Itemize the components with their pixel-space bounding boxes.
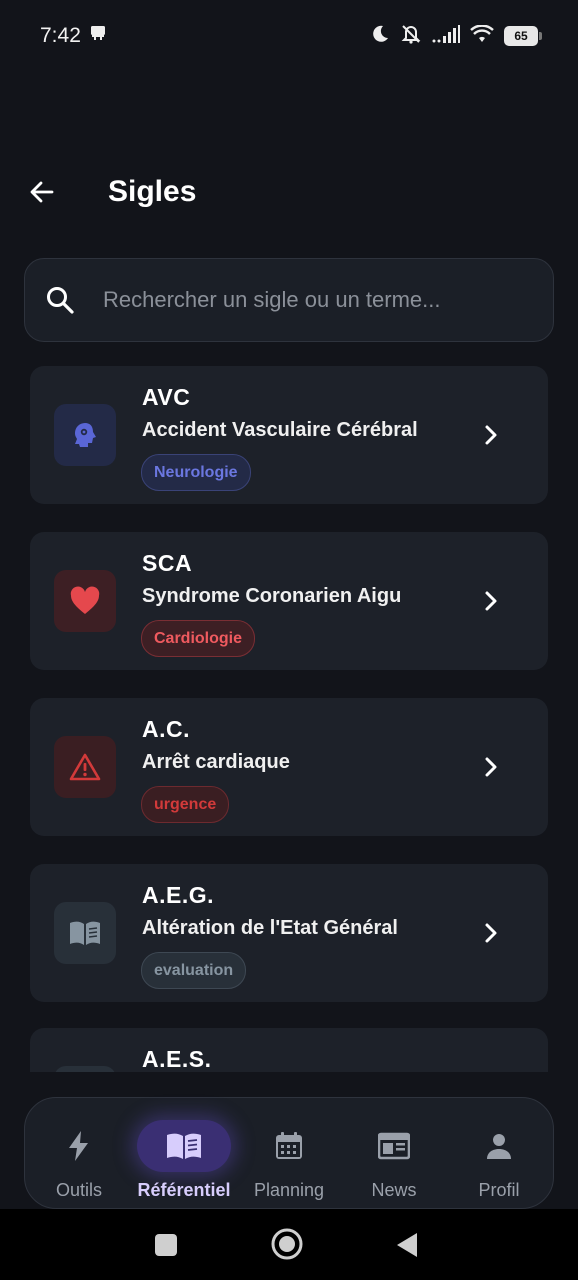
moon-icon <box>370 24 390 49</box>
brain-icon <box>75 423 96 447</box>
sigle-code: A.E.S. <box>142 1046 212 1072</box>
list-item-aes[interactable]: A.E.S. <box>30 1028 548 1072</box>
heart-icon <box>70 586 100 614</box>
notification-icon <box>89 24 107 48</box>
warning-icon <box>69 753 101 781</box>
back-button[interactable] <box>22 172 62 212</box>
page-title: Sigles <box>108 175 197 208</box>
home-button[interactable] <box>270 1227 304 1266</box>
signal-icon <box>432 24 460 48</box>
app-header: Sigles <box>0 160 578 224</box>
nav-item-outils[interactable]: Outils <box>29 1098 129 1208</box>
status-time: 7:42 <box>40 24 81 47</box>
battery-icon: 65 <box>504 26 542 46</box>
wifi-icon <box>470 23 494 48</box>
nav-label: Outils <box>55 1180 102 1200</box>
calendar-icon <box>276 1132 302 1159</box>
newspaper-icon <box>378 1132 410 1160</box>
book-icon <box>54 1066 116 1072</box>
nav-item-news[interactable]: News <box>344 1098 444 1208</box>
sigle-code: SCA <box>142 550 193 576</box>
bolt-icon <box>69 1131 88 1161</box>
nav-label: Référentiel <box>137 1180 231 1200</box>
back-nav-button[interactable] <box>395 1231 419 1264</box>
sigle-code: AVC <box>142 384 191 410</box>
list-item-ac[interactable]: A.C. Arrêt cardiaque urgence <box>30 698 548 836</box>
sigle-label: Altération de l'Etat Général <box>142 917 398 939</box>
book-icon <box>70 921 100 945</box>
bottom-navigation: Outils Référentiel Planning News Profil <box>24 1097 554 1209</box>
sigle-label: Arrêt cardiaque <box>142 751 290 773</box>
square-icon <box>155 1234 177 1256</box>
sigles-list[interactable]: AVC Accident Vasculaire Cérébral Neurolo… <box>0 366 578 1072</box>
list-item-aeg[interactable]: A.E.G. Altération de l'Etat Général eval… <box>30 864 548 1002</box>
sigle-label: Accident Vasculaire Cérébral <box>142 419 418 441</box>
book-icon <box>167 1133 201 1159</box>
search-bar[interactable] <box>24 258 554 342</box>
category-tag: evaluation <box>141 952 247 989</box>
person-icon <box>487 1134 511 1159</box>
arrow-left-icon <box>30 181 54 203</box>
status-bar: 7:42 65 <box>0 0 578 72</box>
search-icon <box>47 287 74 314</box>
sigle-code: A.C. <box>142 716 190 742</box>
sigle-label: Syndrome Coronarien Aigu <box>142 585 402 607</box>
triangle-back-icon <box>397 1233 417 1257</box>
nav-item-profil[interactable]: Profil <box>449 1098 549 1208</box>
chevron-right-icon <box>485 591 497 611</box>
mute-icon <box>400 23 422 50</box>
category-tag: Cardiologie <box>141 620 256 657</box>
system-navigation-bar <box>0 1209 578 1280</box>
nav-item-planning[interactable]: Planning <box>239 1098 339 1208</box>
nav-label: Planning <box>253 1180 325 1200</box>
nav-label: Profil <box>478 1180 520 1200</box>
nav-item-referentiel[interactable]: Référentiel <box>134 1098 234 1208</box>
chevron-right-icon <box>485 425 497 445</box>
circle-icon <box>271 1228 303 1260</box>
category-tag: urgence <box>141 786 230 823</box>
list-item-sca[interactable]: SCA Syndrome Coronarien Aigu Cardiologie <box>30 532 548 670</box>
recent-apps-button[interactable] <box>154 1233 178 1262</box>
search-input[interactable] <box>103 287 533 313</box>
sigle-code: A.E.G. <box>142 882 215 908</box>
list-item-avc[interactable]: AVC Accident Vasculaire Cérébral Neurolo… <box>30 366 548 504</box>
category-tag: Neurologie <box>141 454 251 491</box>
chevron-right-icon <box>485 923 497 943</box>
nav-label: News <box>371 1180 417 1200</box>
chevron-right-icon <box>485 757 497 777</box>
